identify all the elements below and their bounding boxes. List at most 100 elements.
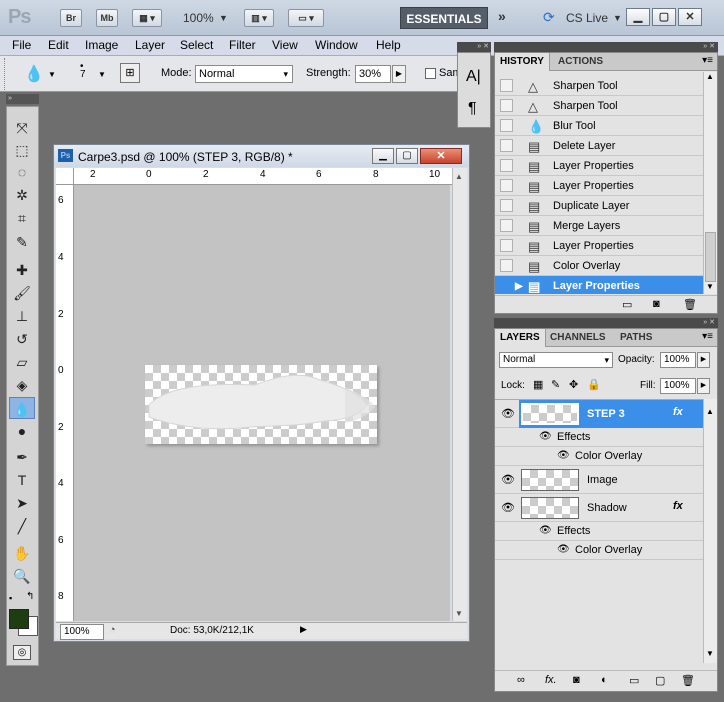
paint-bucket-tool-icon[interactable]: ◈ <box>9 374 35 396</box>
scroll-down-icon[interactable]: ▼ <box>706 649 714 658</box>
history-brush-source-box[interactable] <box>500 79 513 92</box>
eraser-tool-icon[interactable]: ▱ <box>9 351 35 373</box>
menu-view[interactable]: View <box>272 38 298 52</box>
mini-bridge-button[interactable]: Mb <box>96 9 118 27</box>
line-tool-icon[interactable]: ╱ <box>9 515 35 537</box>
scrollbar-thumb[interactable] <box>705 232 716 282</box>
history-item[interactable]: ▤ Layer Properties <box>495 236 703 256</box>
menu-image[interactable]: Image <box>85 38 118 52</box>
panel-menu-icon[interactable]: ▾≡ <box>702 331 713 342</box>
strength-slider-button[interactable]: ▶ <box>392 65 406 83</box>
view-extras-button[interactable]: ▦ ▾ <box>132 9 162 27</box>
history-item[interactable]: ▤ Color Overlay <box>495 256 703 276</box>
layer-name[interactable]: Image <box>587 474 618 486</box>
brush-tool-icon[interactable]: 🖌 <box>9 282 35 304</box>
layer-thumbnail[interactable] <box>521 497 579 519</box>
status-menu-arrow-icon[interactable]: ▶ <box>300 624 307 635</box>
link-layers-icon[interactable]: ∞ <box>517 674 525 686</box>
layer-name[interactable]: STEP 3 <box>587 408 625 420</box>
history-item[interactable]: ▤ Delete Layer <box>495 136 703 156</box>
quick-mask-icon[interactable]: ◎ <box>13 645 31 660</box>
new-group-icon[interactable]: ▭ <box>629 674 639 687</box>
menu-help[interactable]: Help <box>376 38 401 52</box>
layer-thumbnail[interactable] <box>521 469 579 491</box>
tab-layers[interactable]: LAYERS <box>495 329 546 347</box>
default-colors-icon[interactable]: ▪ <box>9 593 12 603</box>
doc-zoom-input[interactable]: 100% <box>60 624 104 640</box>
collapsed-panel-header[interactable]: » ✕ <box>457 42 491 52</box>
blur-tool-preset-icon[interactable]: 💧 <box>24 64 44 84</box>
document-vertical-scrollbar[interactable] <box>452 168 467 621</box>
visibility-eye-icon[interactable]: 👁 <box>557 450 570 461</box>
toolbox-header[interactable]: » <box>6 94 39 104</box>
blend-mode-select[interactable]: Normal ▾ <box>499 352 613 368</box>
menu-edit[interactable]: Edit <box>48 38 69 52</box>
history-item[interactable]: 💧 Blur Tool <box>495 116 703 136</box>
doc-close-button[interactable]: ✕ <box>420 148 462 164</box>
paragraph-panel-icon[interactable]: ¶ <box>468 100 477 118</box>
history-brush-source-box[interactable] <box>500 159 513 172</box>
panel-menu-icon[interactable]: ▾≡ <box>702 55 713 66</box>
layer-effects-row[interactable]: 👁 Effects <box>495 428 703 447</box>
layers-scrollbar[interactable]: ▲ ▼ <box>703 399 717 663</box>
history-item-selected[interactable]: ▶ ▤ Layer Properties <box>495 276 703 294</box>
lock-all-icon[interactable]: 🔒 <box>587 378 601 391</box>
screen-mode-button[interactable]: ▭ ▾ <box>288 9 324 27</box>
ruler-origin[interactable] <box>56 168 74 185</box>
new-document-from-state-icon[interactable]: ▭ <box>622 298 632 311</box>
history-item[interactable]: ▤ Merge Layers <box>495 216 703 236</box>
scroll-down-icon[interactable]: ▼ <box>455 609 463 618</box>
brush-panel-toggle-icon[interactable]: ⊞ <box>120 63 140 83</box>
visibility-eye-icon[interactable]: 👁 <box>501 407 515 420</box>
lock-position-icon[interactable]: ✥ <box>569 378 578 391</box>
character-panel-icon[interactable]: A| <box>466 68 481 86</box>
healing-brush-tool-icon[interactable]: ✚ <box>9 259 35 281</box>
lock-transparent-icon[interactable]: ▦ <box>533 378 543 391</box>
move-tool-icon[interactable]: ⤧ <box>9 117 35 139</box>
history-brush-source-box[interactable] <box>500 239 513 252</box>
foreground-color-swatch[interactable] <box>9 609 29 629</box>
more-workspaces-icon[interactable]: » <box>498 8 506 24</box>
strength-input[interactable]: 30% <box>355 65 391 83</box>
eyedropper-tool-icon[interactable]: ✎ <box>9 231 35 253</box>
layer-row-step3[interactable]: 👁 STEP 3 fx <box>495 400 703 428</box>
visibility-eye-icon[interactable]: 👁 <box>539 431 552 442</box>
history-item[interactable]: ▤ Duplicate Layer <box>495 196 703 216</box>
quick-selection-tool-icon[interactable]: ✲ <box>9 184 35 206</box>
layer-effects-row[interactable]: 👁 Effects <box>495 522 703 541</box>
layer-fx-icon[interactable]: fx <box>673 500 683 512</box>
menu-file[interactable]: File <box>12 38 31 52</box>
layer-fx-icon[interactable]: fx <box>673 406 683 418</box>
history-brush-source-box[interactable] <box>500 139 513 152</box>
trash-icon[interactable]: 🗑 <box>681 674 695 687</box>
history-brush-source-box[interactable] <box>500 199 513 212</box>
menu-filter[interactable]: Filter <box>229 38 256 52</box>
history-panel-header[interactable]: » ✕ <box>494 42 718 52</box>
adjustment-layer-icon[interactable]: ◐ <box>601 674 608 686</box>
history-state-slider-icon[interactable]: ▶ <box>515 277 523 294</box>
fill-input[interactable]: 100% <box>660 378 696 394</box>
layers-panel-header[interactable]: » ✕ <box>494 318 718 328</box>
layer-row-shadow[interactable]: 👁 Shadow fx <box>495 494 703 522</box>
history-brush-source-box[interactable] <box>500 259 513 272</box>
opacity-input[interactable]: 100% <box>660 352 696 368</box>
history-scrollbar[interactable]: ▲ ▼ <box>703 72 717 294</box>
chevron-down-icon[interactable]: ▼ <box>219 13 228 23</box>
layer-thumbnail[interactable] <box>521 403 579 425</box>
chevron-down-icon[interactable]: ▼ <box>48 70 56 79</box>
tab-history[interactable]: HISTORY <box>495 53 550 71</box>
history-item[interactable]: △ Sharpen Tool <box>495 76 703 96</box>
doc-maximize-button[interactable]: ▢ <box>396 148 418 164</box>
history-brush-source-box[interactable] <box>500 219 513 232</box>
tab-paths[interactable]: PATHS <box>615 329 657 347</box>
bridge-button[interactable]: Br <box>60 9 82 27</box>
history-item[interactable]: △ Sharpen Tool <box>495 96 703 116</box>
history-brush-source-box[interactable] <box>500 119 513 132</box>
type-tool-icon[interactable]: T <box>9 469 35 491</box>
layer-effect-row[interactable]: 👁 Color Overlay <box>495 541 703 560</box>
tab-actions[interactable]: ACTIONS <box>553 53 608 71</box>
history-item[interactable]: ▤ Layer Properties <box>495 176 703 196</box>
cs-live-menu[interactable]: CS Live <box>566 11 608 25</box>
brush-picker[interactable]: • 7 <box>80 62 86 80</box>
chevron-down-icon[interactable]: ▼ <box>613 13 622 23</box>
